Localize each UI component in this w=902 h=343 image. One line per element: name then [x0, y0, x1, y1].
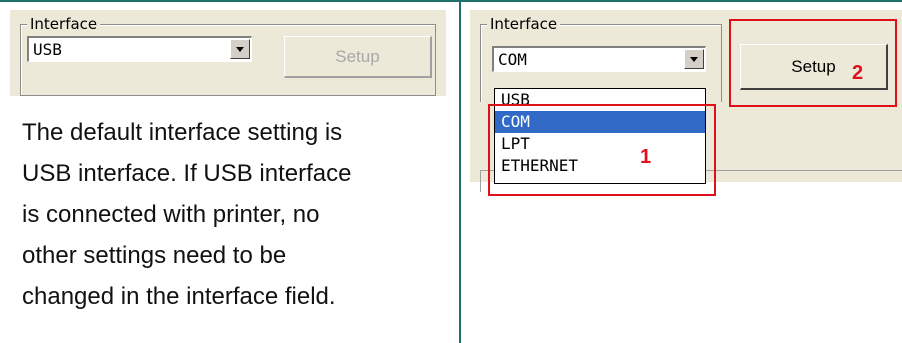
callout-box-1	[488, 104, 716, 196]
description-line: other settings need to be	[22, 242, 287, 269]
interface-group-label: Interface	[487, 15, 561, 33]
interface-select[interactable]: COM	[492, 46, 706, 72]
chevron-down-icon	[690, 57, 698, 62]
dropdown-arrow-button[interactable]	[684, 49, 704, 69]
interface-select-value: COM	[498, 50, 527, 69]
callout-box-2	[729, 19, 897, 107]
interface-group-label: Interface	[27, 15, 101, 33]
description-line: The default interface setting is	[22, 119, 343, 146]
interface-select-value: USB	[33, 40, 62, 59]
interface-select[interactable]: USB	[27, 36, 252, 62]
description-line: is connected with printer, no	[22, 201, 320, 228]
description-line: USB interface. If USB interface	[22, 160, 352, 187]
table-top-border	[0, 0, 902, 2]
left-interface-panel: Interface USB Setup	[10, 10, 446, 96]
setup-button[interactable]: Setup	[284, 36, 432, 78]
groupbox-edge	[480, 170, 481, 192]
chevron-down-icon	[236, 47, 244, 52]
description-line: changed in the interface field.	[22, 283, 336, 310]
interface-description: The default interface setting is USB int…	[22, 112, 442, 317]
callout-number-2: 2	[852, 62, 864, 84]
callout-number-1: 1	[640, 146, 652, 168]
dropdown-arrow-button[interactable]	[230, 39, 250, 59]
table-column-divider	[459, 0, 461, 343]
